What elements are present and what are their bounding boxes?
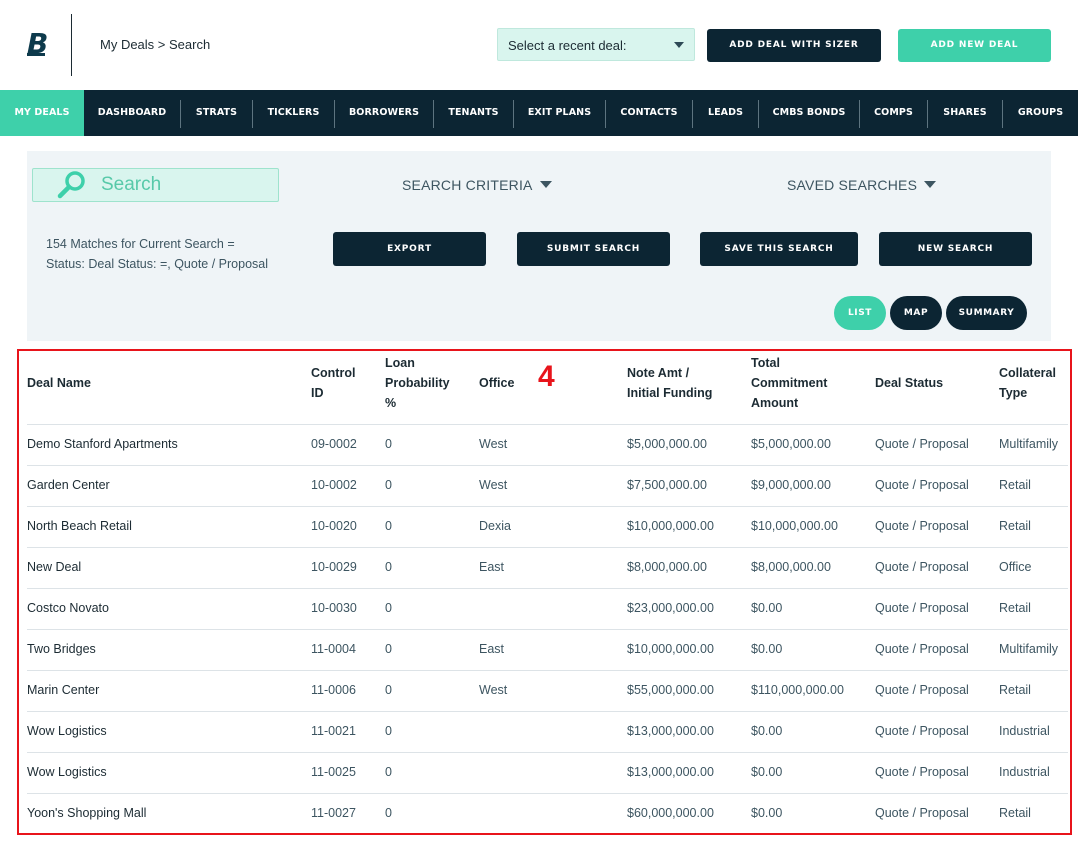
saved-searches-dropdown[interactable]: SAVED SEARCHES	[787, 177, 937, 193]
submit-search-button[interactable]: SUBMIT SEARCH	[517, 232, 670, 266]
search-criteria-label: SEARCH CRITERIA	[402, 177, 533, 193]
nav-item-ticklers[interactable]: TICKLERS	[253, 90, 334, 136]
caret-down-icon	[924, 181, 937, 188]
caret-down-icon	[539, 181, 552, 188]
matches-status: Status: Deal Status: =, Quote / Proposal	[46, 257, 268, 271]
nav-item-tenants[interactable]: TENANTS	[434, 90, 513, 136]
add-new-deal-button[interactable]: ADD NEW DEAL	[898, 29, 1051, 62]
add-deal-with-sizer-button[interactable]: ADD DEAL WITH SIZER	[707, 29, 881, 62]
header-divider	[71, 14, 72, 76]
nav-item-dashboard[interactable]: DASHBOARD	[84, 90, 180, 136]
new-search-button[interactable]: NEW SEARCH	[879, 232, 1032, 266]
nav-item-my-deals[interactable]: MY DEALS	[0, 90, 84, 136]
nav-item-contacts[interactable]: CONTACTS	[606, 90, 692, 136]
export-button[interactable]: EXPORT	[333, 232, 486, 266]
saved-searches-label: SAVED SEARCHES	[787, 177, 918, 193]
nav-item-cmbs-bonds[interactable]: CMBS BONDS	[759, 90, 859, 136]
highlight-box	[17, 349, 1072, 835]
matches-summary: 154 Matches for Current Search = Status:…	[46, 234, 268, 274]
recent-deal-select-label: Select a recent deal:	[508, 38, 627, 53]
main-nav: MY DEALS DASHBOARD STRATS TICKLERS BORRO…	[0, 90, 1078, 136]
view-summary-button[interactable]: SUMMARY	[946, 296, 1027, 330]
nav-item-leads[interactable]: LEADS	[693, 90, 758, 136]
nav-item-groups[interactable]: GROUPS	[1003, 90, 1078, 136]
nav-item-shares[interactable]: SHARES	[928, 90, 1002, 136]
chevron-down-icon	[674, 42, 684, 48]
header: B My Deals > Search Select a recent deal…	[0, 0, 1078, 90]
matches-count: 154 Matches for Current Search =	[46, 237, 235, 251]
search-label: Search	[101, 174, 162, 195]
recent-deal-select[interactable]: Select a recent deal:	[497, 28, 695, 61]
nav-item-exit-plans[interactable]: EXIT PLANS	[514, 90, 605, 136]
view-list-button[interactable]: LIST	[834, 296, 886, 330]
nav-item-comps[interactable]: COMPS	[860, 90, 927, 136]
nav-item-strats[interactable]: STRATS	[181, 90, 252, 136]
nav-item-borrowers[interactable]: BORROWERS	[335, 90, 433, 136]
search-criteria-dropdown[interactable]: SEARCH CRITERIA	[402, 177, 552, 193]
view-map-button[interactable]: MAP	[890, 296, 942, 330]
save-search-button[interactable]: SAVE THIS SEARCH	[700, 232, 858, 266]
breadcrumb[interactable]: My Deals > Search	[100, 37, 210, 52]
annotation-marker: 4	[538, 360, 555, 393]
logo-underline	[27, 53, 45, 56]
search-icon	[57, 171, 85, 199]
